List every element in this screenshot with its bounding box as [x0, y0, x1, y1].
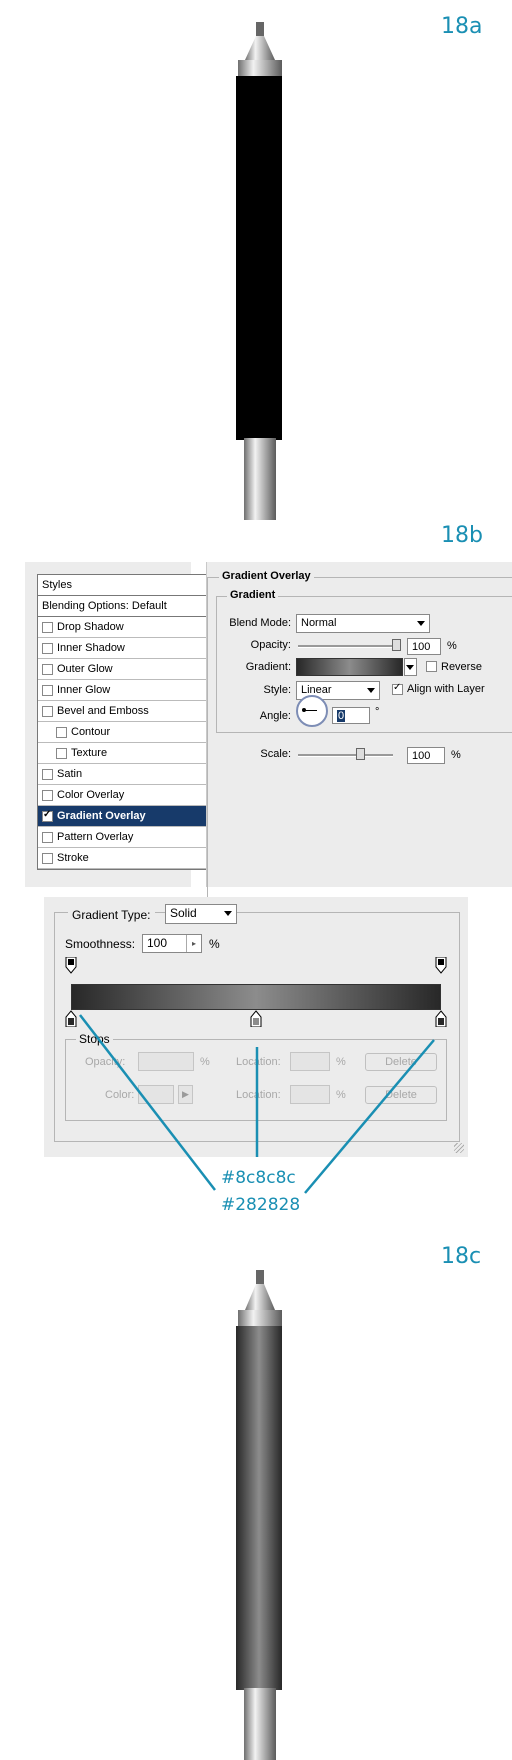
- pointer-line-left: [79, 1014, 216, 1191]
- annotation-hex-1: #8c8c8c: [221, 1168, 296, 1188]
- pointer-line-right: [304, 1039, 435, 1194]
- pen-illustration-gradient: [236, 1270, 282, 1760]
- annotation-hex-2: #282828: [221, 1195, 301, 1215]
